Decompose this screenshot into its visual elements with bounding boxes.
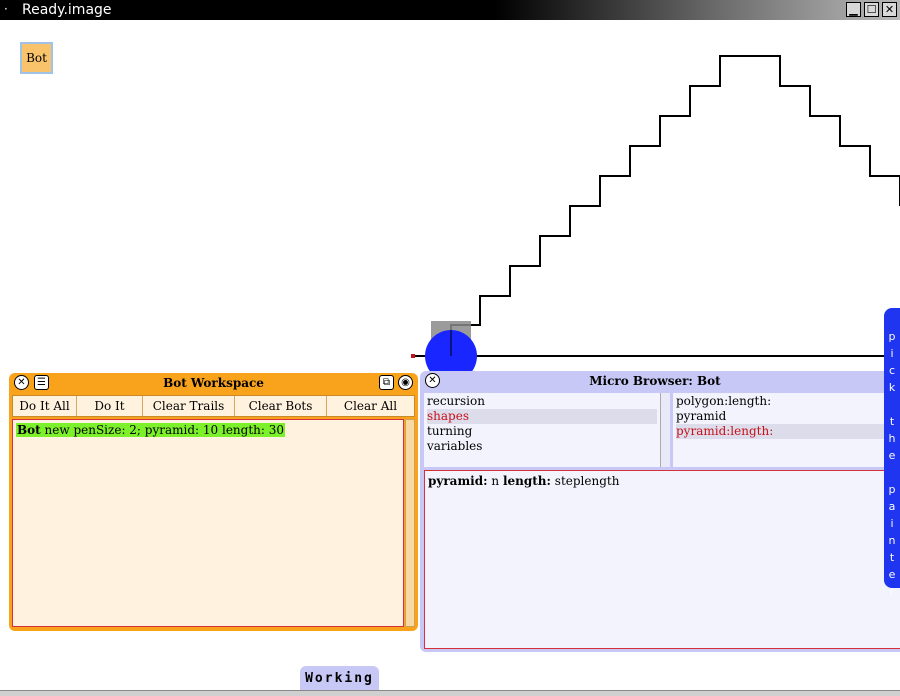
workspace-code-pane[interactable]: Bot new penSize: 2; pyramid: 10 length: … <box>12 419 404 627</box>
bot-origin-marker <box>411 354 415 358</box>
method-code-pane[interactable]: pyramid: n length: steplength <box>424 470 900 649</box>
method-list[interactable]: polygon:length: pyramid pyramid:length: <box>673 393 900 467</box>
code-text: new penSize: 2; pyramid: 10 length: 30 <box>44 423 285 437</box>
workspace-code-line[interactable]: Bot new penSize: 2; pyramid: 10 length: … <box>16 423 286 437</box>
class-name: Bot <box>17 423 41 437</box>
method-item-selected[interactable]: pyramid:length: <box>676 424 900 439</box>
flap-letter: e <box>888 568 896 581</box>
clear-trails-button[interactable]: Clear Trails <box>143 396 235 416</box>
category-item[interactable]: turning <box>427 424 657 439</box>
flap-letter: t <box>889 415 895 428</box>
clear-bots-button[interactable]: Clear Bots <box>235 396 327 416</box>
flap-letter: k <box>888 381 896 394</box>
browser-title: Micro Browser: Bot <box>589 374 721 388</box>
working-flap-tab[interactable]: Working <box>300 666 379 692</box>
flap-letter: p <box>888 330 896 343</box>
flap-letter <box>884 464 900 481</box>
category-item[interactable]: recursion <box>427 394 657 409</box>
flap-letter <box>884 396 900 413</box>
workspace-title: Bot Workspace <box>163 376 264 390</box>
flap-label: pick the painter <box>884 328 900 600</box>
flap-letter: a <box>888 500 896 513</box>
bot-workspace-window[interactable]: ✕ ☰ Bot Workspace ⧉ ◉ Do It All Do It Cl… <box>9 373 418 631</box>
flap-letter: e <box>888 449 896 462</box>
painter-flap-tab[interactable]: pick the painter <box>884 308 900 598</box>
flap-letter: c <box>888 364 896 377</box>
flap-letter: h <box>888 432 896 445</box>
flap-letter: i <box>890 347 894 360</box>
micro-browser-window[interactable]: ✕ Micro Browser: Bot recursion shapes tu… <box>420 371 900 652</box>
workspace-scrollbar[interactable] <box>405 419 415 627</box>
flap-letter: p <box>888 483 896 496</box>
flap-letter: r <box>889 585 895 598</box>
method-signature[interactable]: pyramid: n length: steplength <box>428 474 619 488</box>
category-scrollbar[interactable] <box>660 393 670 467</box>
method-item[interactable]: pyramid <box>676 409 900 424</box>
flap-letter: n <box>888 534 896 547</box>
workspace-toolbar: Do It All Do It Clear Trails Clear Bots … <box>12 395 415 417</box>
bottom-border <box>0 690 900 696</box>
collapse-icon[interactable]: ⧉ <box>379 375 394 390</box>
do-it-button[interactable]: Do It <box>77 396 143 416</box>
category-item-selected[interactable]: shapes <box>427 409 657 424</box>
category-list[interactable]: recursion shapes turning variables <box>424 393 660 467</box>
do-it-all-button[interactable]: Do It All <box>13 396 77 416</box>
bot-button[interactable]: Bot <box>20 42 53 74</box>
pyramid-trail <box>450 55 900 356</box>
clear-all-button[interactable]: Clear All <box>327 396 414 416</box>
category-item[interactable]: variables <box>427 439 657 454</box>
method-item[interactable]: polygon:length: <box>676 394 900 409</box>
flap-letter: t <box>889 551 895 564</box>
expand-icon[interactable]: ◉ <box>398 375 413 390</box>
flap-letter: i <box>890 517 894 530</box>
